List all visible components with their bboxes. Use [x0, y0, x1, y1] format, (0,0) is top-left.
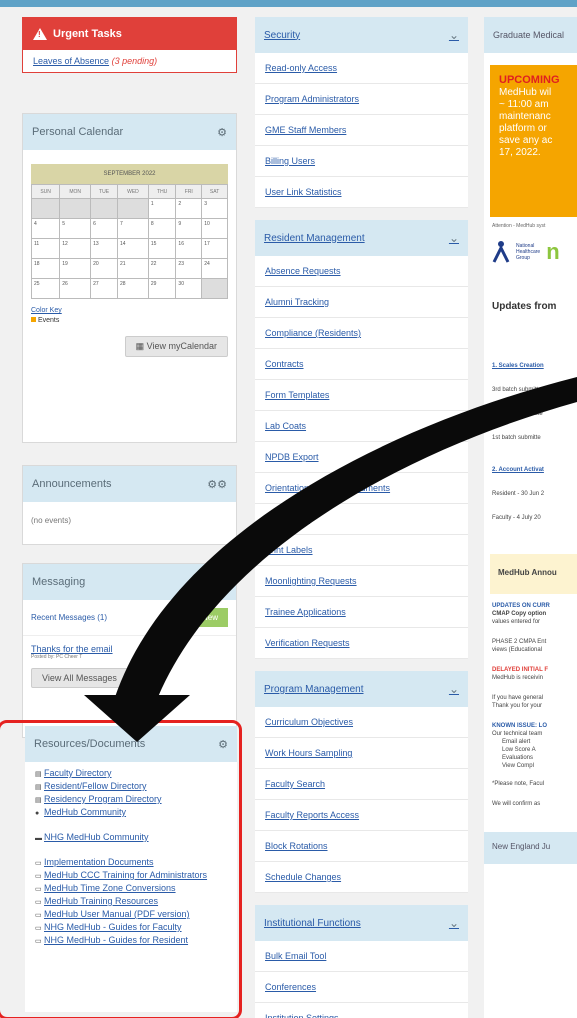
top-bar — [0, 0, 577, 7]
annotation-arrow — [84, 377, 577, 742]
